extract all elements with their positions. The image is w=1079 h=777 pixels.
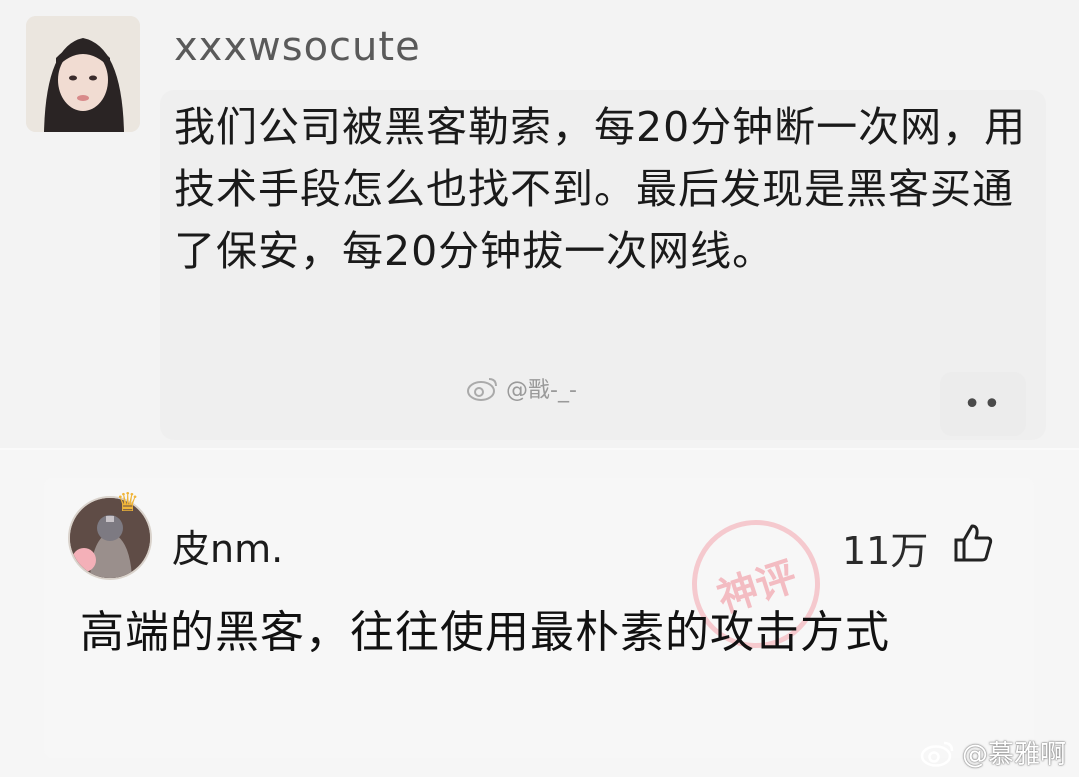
footer-watermark: @慕雅啊: [920, 734, 1066, 771]
crown-icon: ♛: [116, 488, 140, 518]
post-text: 我们公司被黑客勒索，每20分钟断一次网，用技术手段怎么也找不到。最后发现是黑客买…: [174, 103, 1027, 275]
more-icon: ••: [963, 386, 1003, 422]
post-avatar[interactable]: [26, 16, 140, 132]
comment-username[interactable]: 皮nm.: [172, 518, 283, 573]
weibo-icon: [467, 378, 497, 401]
divider: [0, 448, 1079, 450]
comment-avatar[interactable]: [68, 496, 152, 580]
watermark: @戬-_-: [466, 372, 577, 404]
footer-watermark-text: @慕雅啊: [962, 740, 1067, 770]
watermark-text: @戬-_-: [506, 378, 577, 403]
post-username[interactable]: xxxwsocute: [174, 24, 421, 70]
thumbs-up-icon[interactable]: [952, 522, 994, 564]
like-count: 11万: [842, 529, 929, 573]
comment-text: 高端的黑客，往往使用最朴素的攻击方式: [80, 607, 890, 658]
weibo-icon: [920, 741, 954, 767]
more-options-button[interactable]: ••: [940, 372, 1026, 436]
